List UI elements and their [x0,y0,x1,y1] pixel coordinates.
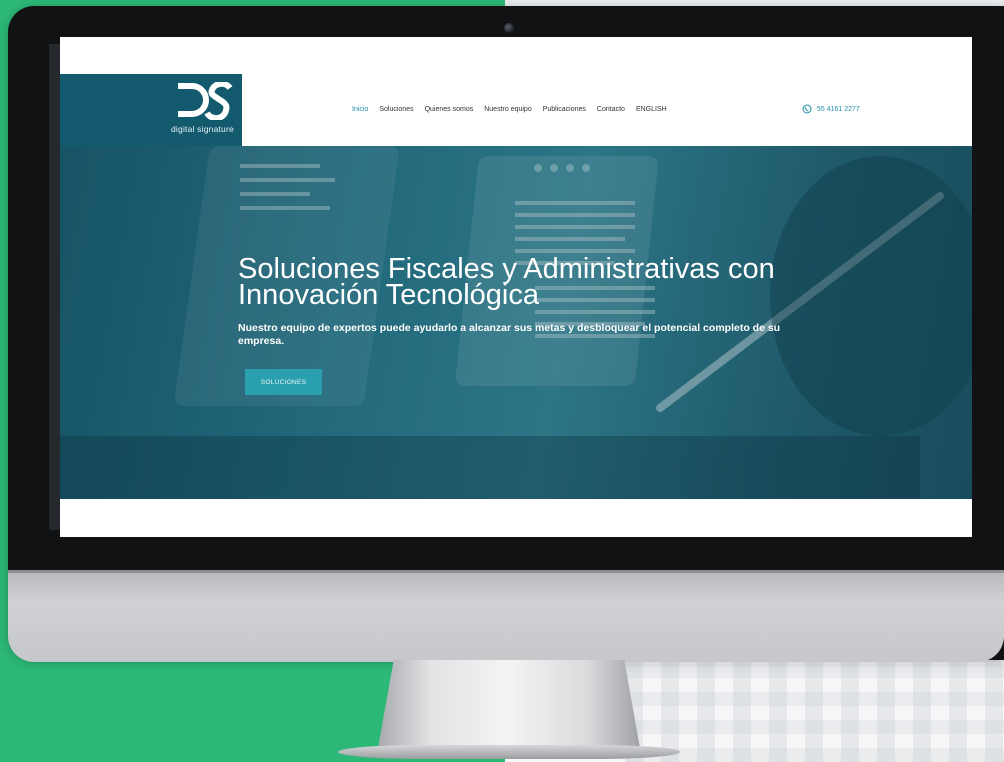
logo-text: digital signature [171,124,234,134]
phone-link[interactable]: 55 4161 2277 [802,104,860,114]
nav-item-english[interactable]: ENGLISH [636,106,667,113]
nav-item-inicio[interactable]: Inicio [352,106,368,113]
monitor-chin [8,570,1004,662]
whatsapp-icon [802,104,812,114]
website-screen: digital signature Inicio Soluciones Quie… [60,37,972,537]
monitor-base [338,745,680,759]
monitor-divider [8,570,1004,573]
nav-item-quienes-somos[interactable]: Quienes somos [425,106,474,113]
site-header: digital signature Inicio Soluciones Quie… [60,74,972,146]
soluciones-button[interactable]: SOLUCIONES [245,369,322,395]
ds-logo-icon [178,82,233,120]
logo[interactable]: digital signature [60,74,242,146]
nav-item-nuestro-equipo[interactable]: Nuestro equipo [484,106,531,113]
hero-banner: Soluciones Fiscales y Administrativas co… [60,146,972,499]
camera-icon [504,23,514,33]
hero-title: Soluciones Fiscales y Administrativas co… [238,255,858,311]
nav-item-contacto[interactable]: Contacto [597,106,625,113]
nav-item-publicaciones[interactable]: Publicaciones [543,106,586,113]
hero-subtitle: Nuestro equipo de expertos puede ayudarl… [238,322,781,347]
hero-title-line-2: Innovación Tecnológica [238,279,539,311]
phone-number: 55 4161 2277 [817,105,860,113]
content-area-white [60,499,972,537]
monitor-stand [378,660,640,748]
nav-item-soluciones[interactable]: Soluciones [379,106,413,113]
main-nav: Inicio Soluciones Quienes somos Nuestro … [352,106,667,113]
